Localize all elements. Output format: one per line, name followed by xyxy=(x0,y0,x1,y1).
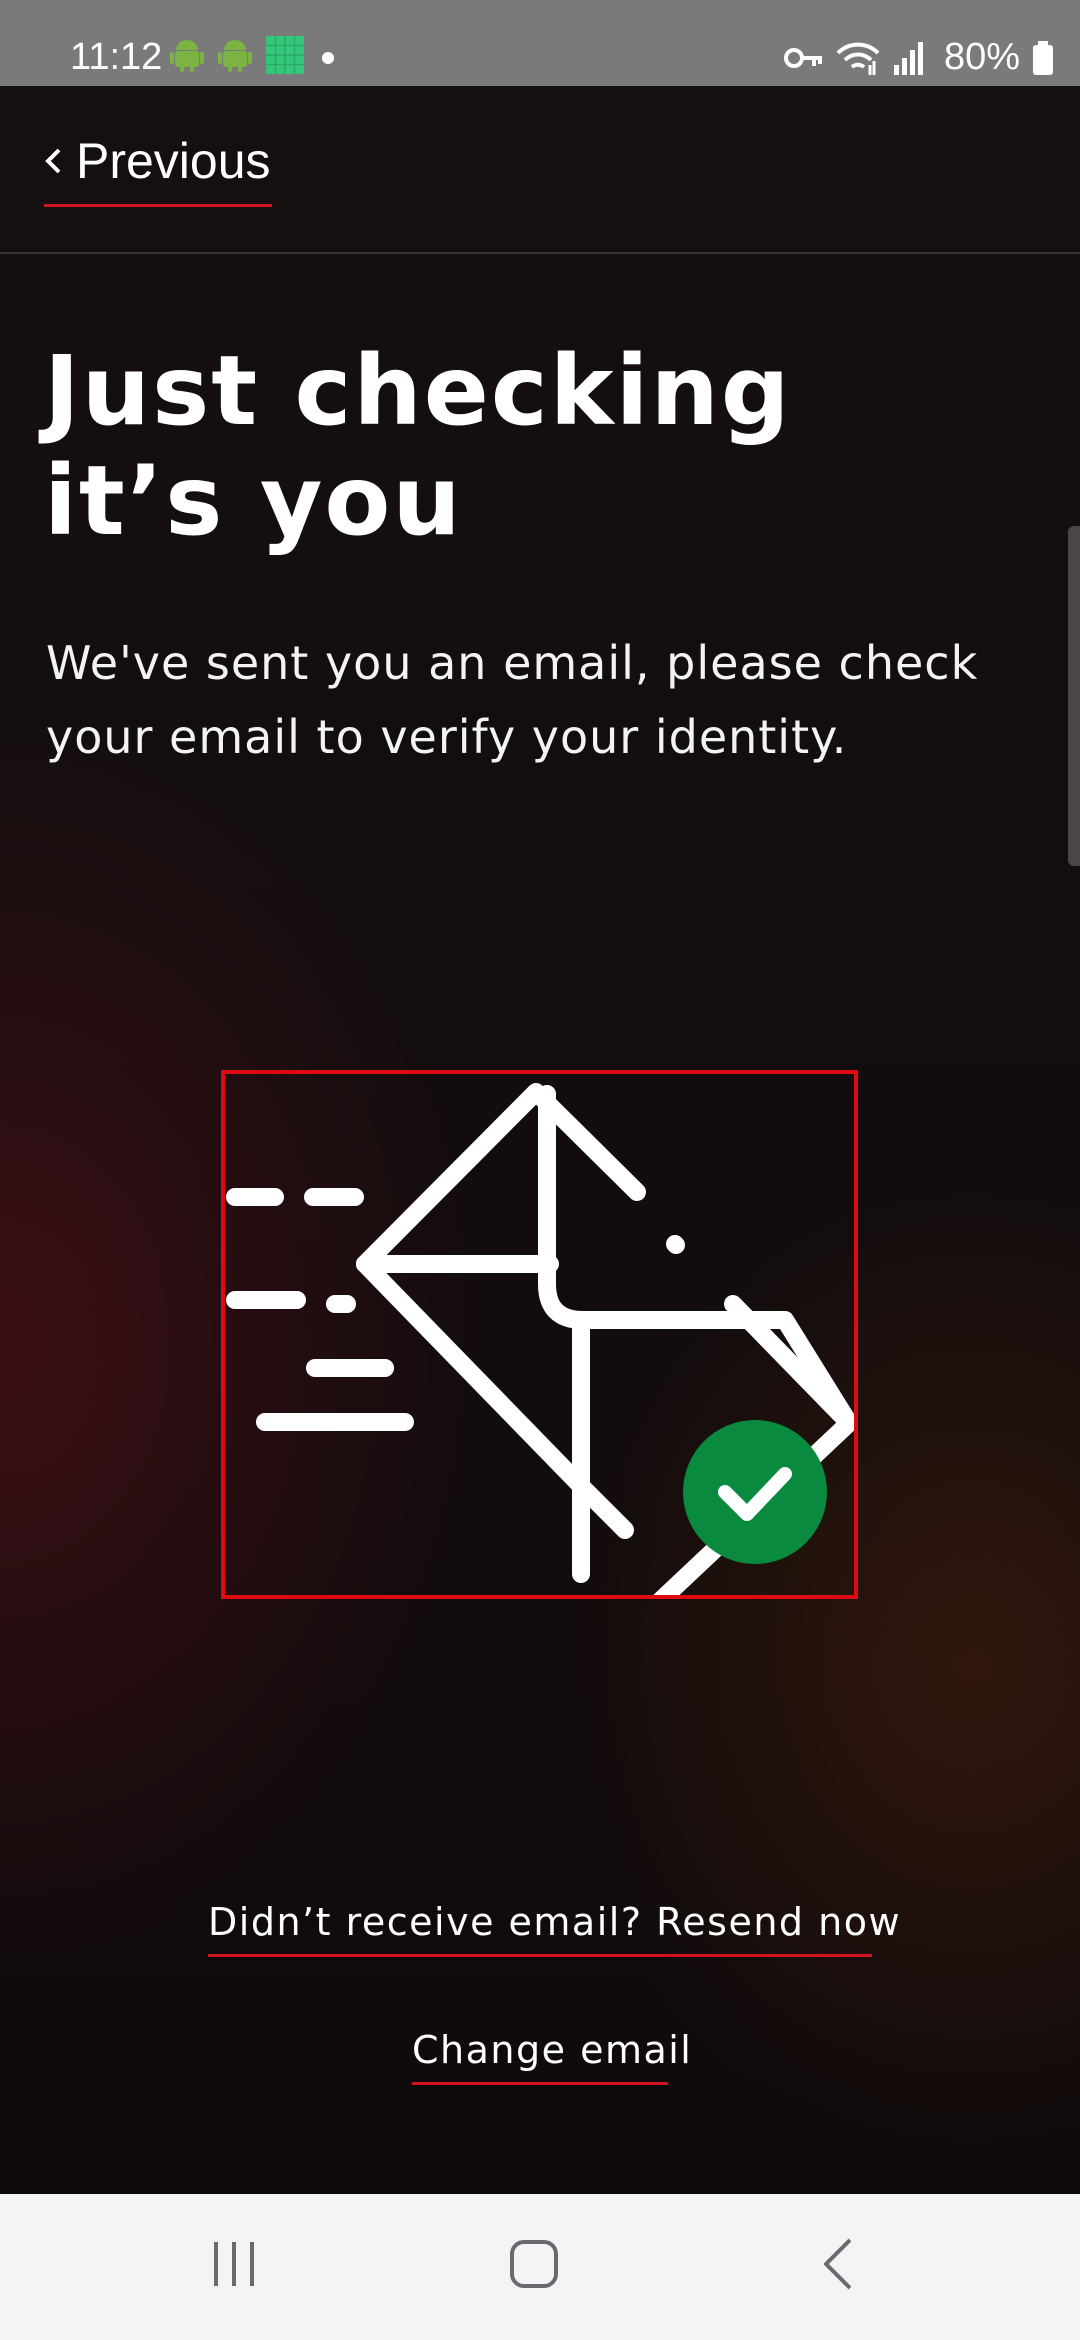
wifi-icon xyxy=(836,42,880,75)
dot-icon xyxy=(322,52,334,64)
change-email-link[interactable]: Change email xyxy=(412,2028,691,2085)
chevron-left-icon xyxy=(45,148,61,174)
android-icon xyxy=(170,40,204,72)
scrollbar[interactable] xyxy=(1068,526,1080,866)
grid-app-icon xyxy=(266,36,304,74)
check-badge xyxy=(683,1420,827,1564)
system-icons: 80% xyxy=(783,36,1054,79)
recents-icon xyxy=(214,2242,254,2286)
email-sent-illustration xyxy=(221,1070,858,1599)
battery-icon xyxy=(1033,40,1053,75)
recents-button[interactable] xyxy=(204,2234,264,2298)
home-button[interactable] xyxy=(504,2234,564,2298)
app-screen: Previous Just checking it’s you We've se… xyxy=(0,86,1080,2194)
key-icon xyxy=(783,47,822,68)
android-icon xyxy=(218,40,252,72)
page-title-line1: Just checking xyxy=(44,335,792,447)
description-text: We've sent you an email, please check yo… xyxy=(46,636,979,764)
signal-icon xyxy=(893,41,923,75)
status-time: 11:12 xyxy=(70,36,163,78)
previous-label: Previous xyxy=(76,133,271,189)
resend-email-link[interactable]: Didn’t receive email? Resend now xyxy=(208,1900,900,1957)
previous-button[interactable]: Previous xyxy=(44,132,272,207)
notification-icons xyxy=(170,36,338,74)
battery-percent: 80% xyxy=(943,36,1020,78)
system-nav-bar xyxy=(0,2194,1080,2340)
page-title: Just checking it’s you xyxy=(44,336,1044,556)
home-icon xyxy=(510,2240,558,2288)
top-nav: Previous xyxy=(0,86,1080,254)
back-icon xyxy=(824,2238,852,2290)
back-button[interactable] xyxy=(812,2234,872,2298)
email-sent-verified-icon xyxy=(226,1083,854,1595)
page-title-line2: it’s you xyxy=(44,445,463,557)
status-bar: 11:12 80% xyxy=(0,0,1080,86)
